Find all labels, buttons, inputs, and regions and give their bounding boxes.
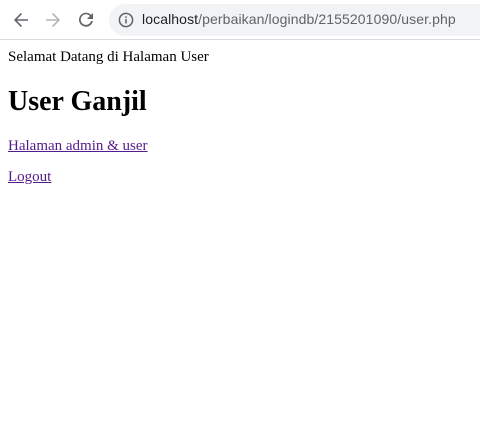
welcome-text: Selamat Datang di Halaman User	[8, 49, 209, 65]
back-button[interactable]	[9, 8, 33, 32]
logout-link[interactable]: Logout	[8, 169, 51, 186]
page-content: Selamat Datang di Halaman User User Ganj…	[0, 41, 480, 423]
url-text[interactable]: localhost/perbaikan/logindb/2155201090/u…	[142, 11, 456, 27]
reload-button[interactable]	[74, 8, 98, 32]
forward-button[interactable]	[41, 8, 65, 32]
page-title: User Ganjil	[8, 86, 147, 117]
forward-arrow-icon	[46, 13, 60, 27]
admin-user-page-link[interactable]: Halaman admin & user	[8, 138, 148, 155]
url-path: /perbaikan/logindb/2155201090/user.php	[198, 11, 456, 27]
back-arrow-icon	[14, 13, 28, 27]
url-host: localhost	[142, 11, 199, 27]
reload-icon	[79, 12, 93, 27]
info-circle-icon[interactable]	[118, 12, 134, 28]
browser-toolbar: localhost/perbaikan/logindb/2155201090/u…	[0, 0, 480, 40]
address-bar[interactable]: localhost/perbaikan/logindb/2155201090/u…	[109, 4, 480, 36]
